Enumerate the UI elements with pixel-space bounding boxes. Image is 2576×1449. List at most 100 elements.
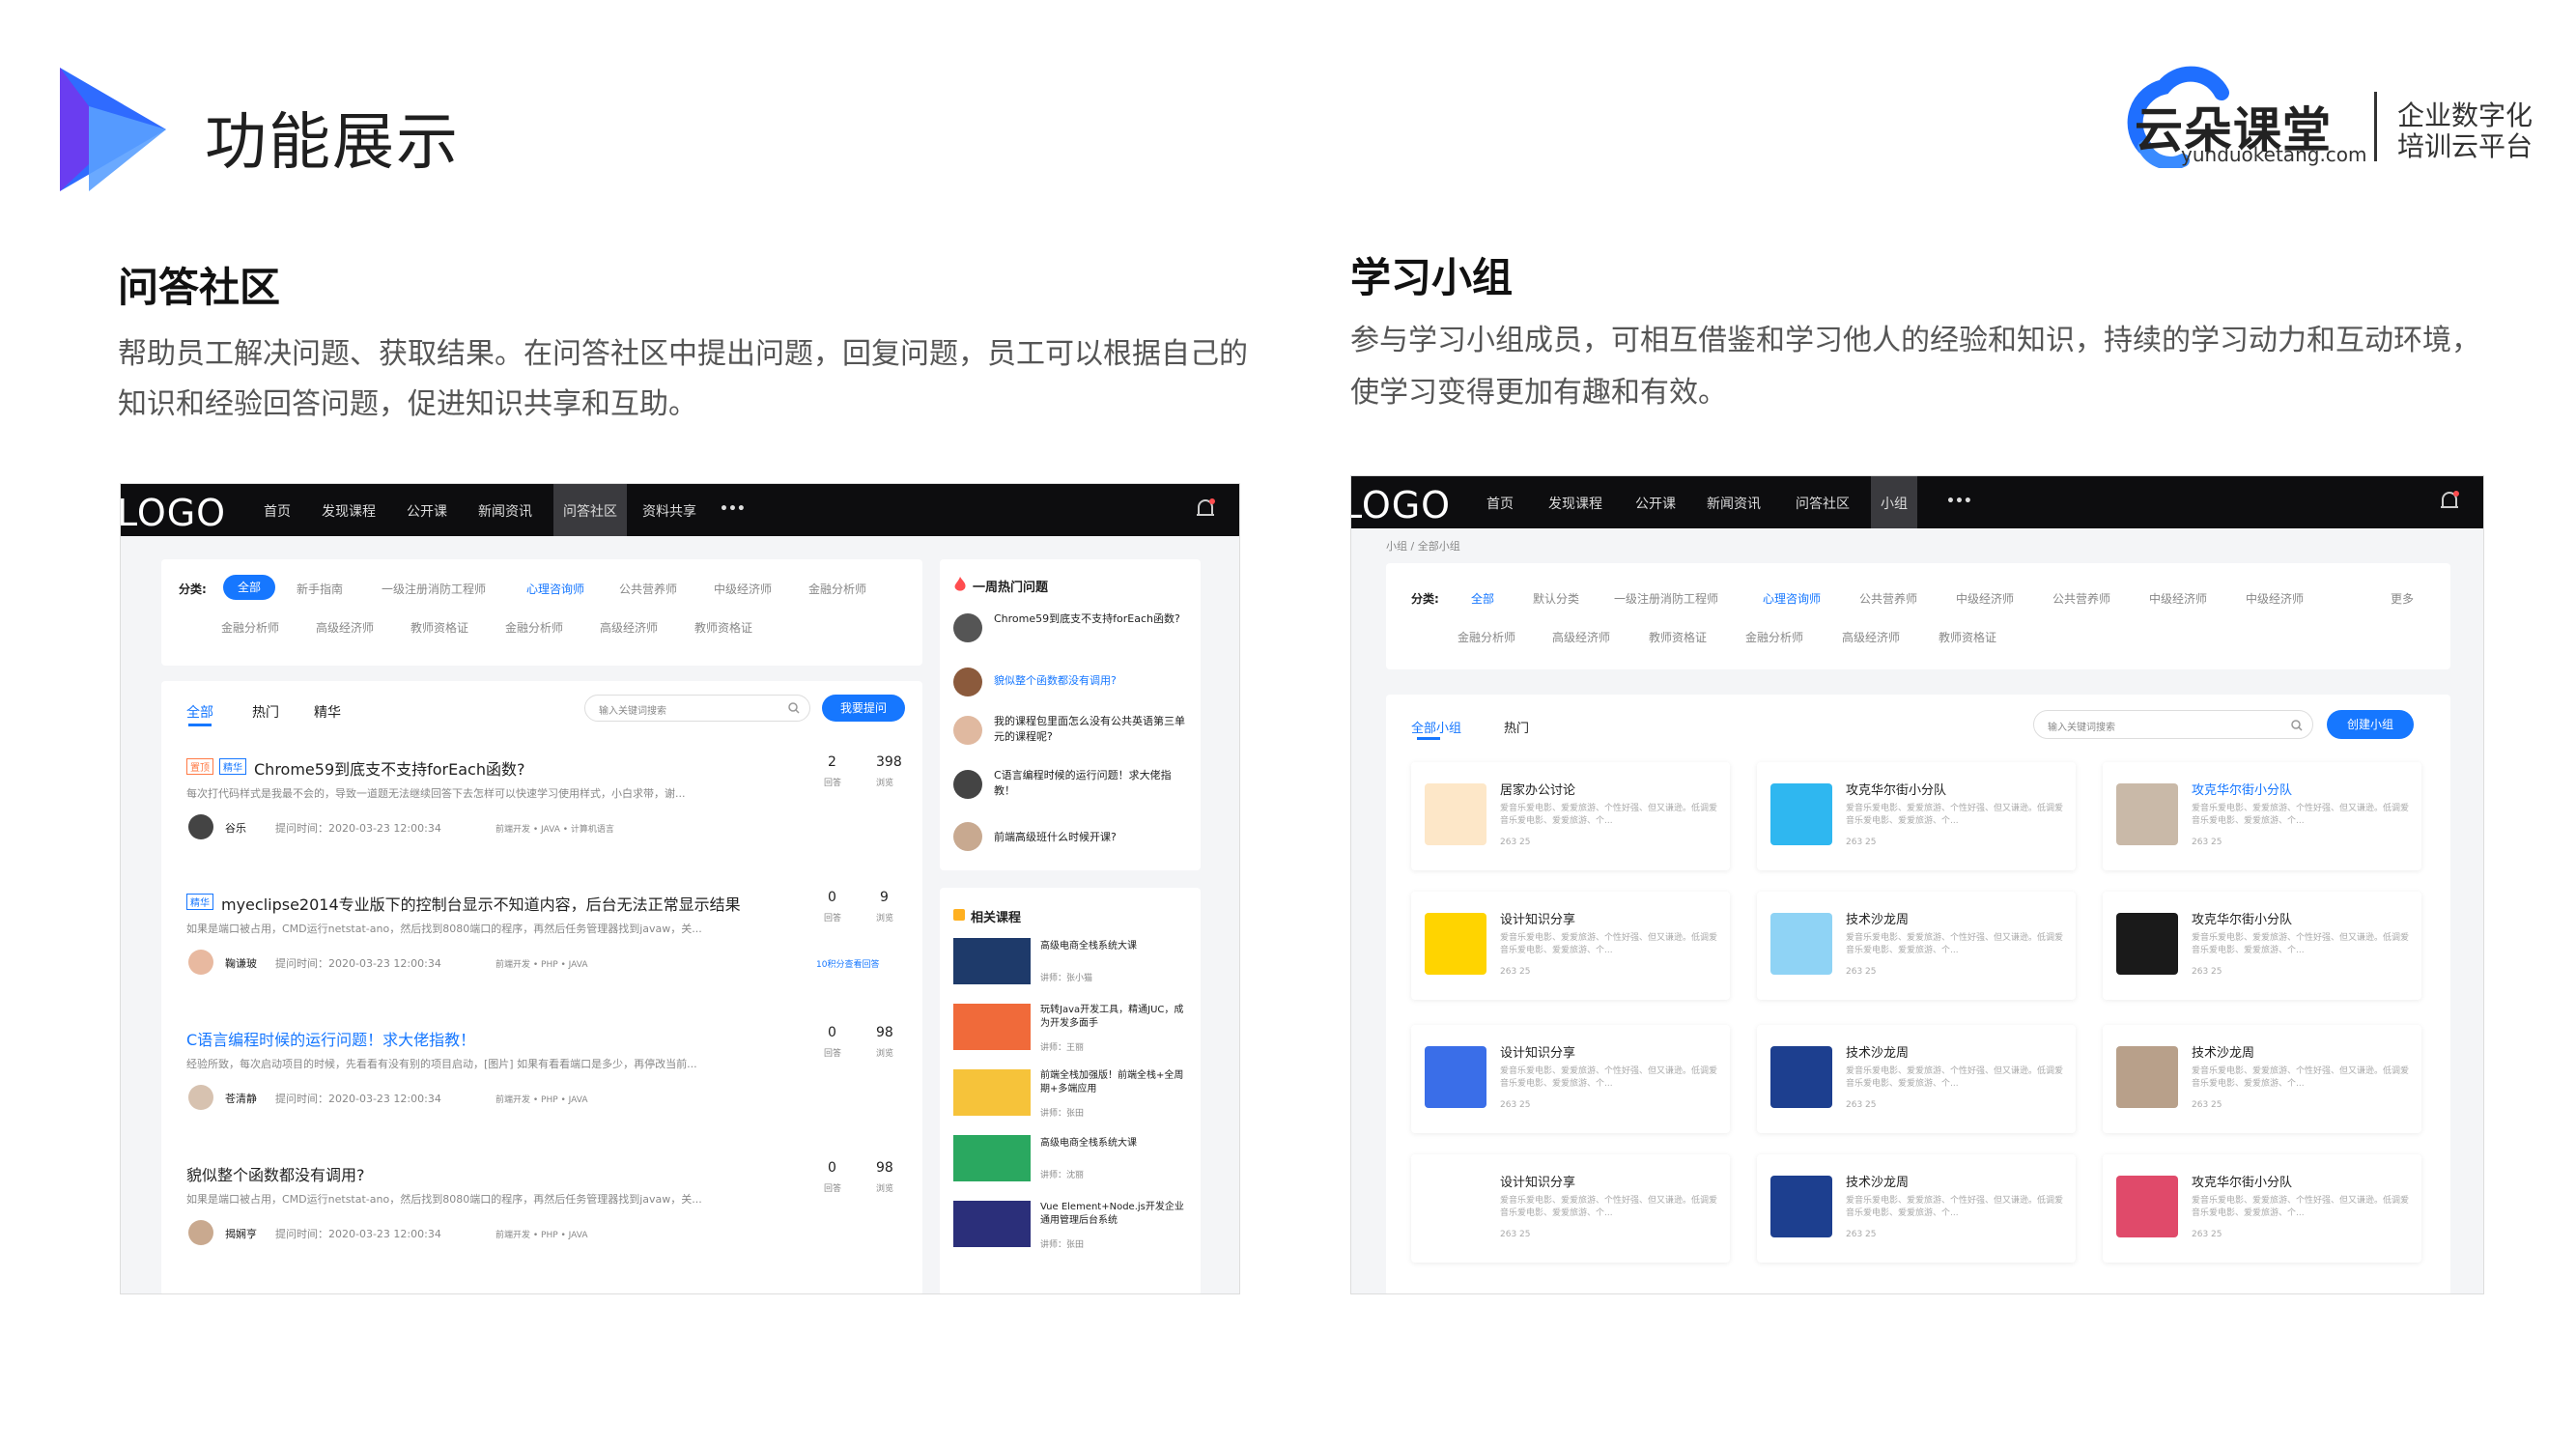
course-item[interactable]: 高级电商全栈系统大课 讲师：沈丽 bbox=[953, 1135, 1195, 1189]
course-item[interactable]: 前端全栈加强版！前端全栈+全周期+多端应用 讲师：张田 bbox=[953, 1069, 1195, 1123]
nav-more[interactable]: ••• bbox=[1946, 494, 1972, 509]
group-card[interactable]: 技术沙龙周 爱音乐爱电影、爱爱旅游、个性好强、但又谦逊。低调爱音乐爱电影、爱爱旅游… bbox=[1757, 892, 2076, 1000]
question-title[interactable]: 貌似整个函数都没有调用? bbox=[186, 1162, 365, 1185]
group-card[interactable]: 攻克华尔街小分队 爱音乐爱电影、爱爱旅游、个性好强、但又谦逊。低调爱音乐爱电影、爱… bbox=[2103, 762, 2421, 870]
filter-item[interactable]: 公共营养师 bbox=[1859, 590, 1917, 607]
filter-item[interactable]: 教师资格证 bbox=[410, 619, 468, 636]
group-card[interactable]: 设计知识分享 爱音乐爱电影、爱爱旅游、个性好强、但又谦逊。低调爱音乐爱电影、爱爱旅… bbox=[1411, 1025, 1730, 1133]
filter-item[interactable]: 中级经济师 bbox=[2149, 590, 2207, 607]
tab-hot[interactable]: 热门 bbox=[1504, 718, 1529, 736]
tab-hot[interactable]: 热门 bbox=[252, 702, 279, 722]
question-item[interactable]: 貌似整个函数都没有调用? 如果是端口被占用，CMD运行netstat-ano，然… bbox=[186, 1151, 901, 1276]
filter-item[interactable]: 新手指南 bbox=[297, 581, 343, 597]
nav-open-class[interactable]: 公开课 bbox=[1635, 494, 1676, 513]
group-card[interactable]: 技术沙龙周 爱音乐爱电影、爱爱旅游、个性好强、但又谦逊。低调爱音乐爱电影、爱爱旅游… bbox=[2103, 1025, 2421, 1133]
nav-news[interactable]: 新闻资讯 bbox=[1707, 494, 1761, 513]
filter-item[interactable]: 高级经济师 bbox=[316, 619, 374, 636]
group-stats: 263 25 bbox=[1846, 838, 1877, 847]
filter-item[interactable]: 公共营养师 bbox=[619, 581, 677, 597]
question-item[interactable]: 精华 myeclipse2014专业版下的控制台显示不知道内容，后台无法正常显示… bbox=[186, 880, 901, 1006]
filter-all[interactable]: 全部 bbox=[223, 575, 275, 600]
course-item[interactable]: Vue Element+Node.js开发企业通用管理后台系统 讲师：张田 bbox=[953, 1201, 1195, 1255]
question-title[interactable]: C语言编程时候的运行问题！求大佬指教！ bbox=[186, 1027, 475, 1050]
photo-icon bbox=[2116, 1046, 2178, 1108]
nav-qa[interactable]: 问答社区 bbox=[553, 484, 627, 536]
answer-count: 0 bbox=[828, 890, 836, 905]
filter-item[interactable]: 金融分析师 bbox=[221, 619, 279, 636]
nav-group[interactable]: 小组 bbox=[1871, 476, 1917, 528]
group-card[interactable]: 攻克华尔街小分队 爱音乐爱电影、爱爱旅游、个性好强、但又谦逊。低调爱音乐爱电影、爱… bbox=[1757, 762, 2076, 870]
nav-home[interactable]: 首页 bbox=[1486, 494, 1514, 513]
search-icon[interactable] bbox=[788, 702, 800, 714]
nav-resources[interactable]: 资料共享 bbox=[642, 501, 696, 521]
hot-question-text: 我的课程包里面怎么没有公共英语第三单元的课程呢? bbox=[994, 715, 1185, 743]
question-item[interactable]: C语言编程时候的运行问题！求大佬指教！ 经验所致，每次启动项目的时候，先看看有没… bbox=[186, 1015, 901, 1141]
filter-item[interactable]: 公共营养师 bbox=[2052, 590, 2110, 607]
group-card[interactable]: 攻克华尔街小分队 爱音乐爱电影、爱爱旅游、个性好强、但又谦逊。低调爱音乐爱电影、爱… bbox=[2103, 892, 2421, 1000]
question-category: 前端开发 • PHP • JAVA bbox=[495, 1095, 588, 1105]
hot-question-item[interactable]: 我的课程包里面怎么没有公共英语第三单元的课程呢? bbox=[953, 714, 1189, 756]
filter-item-active[interactable]: 心理咨询师 bbox=[1763, 590, 1821, 607]
bell-icon[interactable] bbox=[1195, 497, 1216, 521]
question-category: 前端开发 • JAVA • 计算机语言 bbox=[495, 825, 614, 835]
group-screenshot: LOGO 首页 发现课程 公开课 新闻资讯 问答社区 小组 ••• 小组 / 全… bbox=[1350, 475, 2484, 1294]
group-card[interactable]: 居家办公讨论 爱音乐爱电影、爱爱旅游、个性好强、但又谦逊。低调爱音乐爱电影、爱爱旅… bbox=[1411, 762, 1730, 870]
create-group-button[interactable]: 创建小组 bbox=[2327, 710, 2414, 739]
filter-item[interactable]: 高级经济师 bbox=[1842, 629, 1900, 645]
nav-news[interactable]: 新闻资讯 bbox=[478, 501, 532, 521]
group-card[interactable]: 设计知识分享 爱音乐爱电影、爱爱旅游、个性好强、但又谦逊。低调爱音乐爱电影、爱爱旅… bbox=[1411, 1154, 1730, 1263]
question-title[interactable]: myeclipse2014专业版下的控制台显示不知道内容，后台无法正常显示结果 bbox=[221, 892, 741, 915]
group-name: 设计知识分享 bbox=[1500, 913, 1576, 927]
question-time: 提问时间：2020-03-23 12:00:34 bbox=[275, 957, 441, 970]
filter-item[interactable]: 金融分析师 bbox=[1458, 629, 1515, 645]
filter-item[interactable]: 教师资格证 bbox=[1649, 629, 1707, 645]
breadcrumb[interactable]: 小组 / 全部小组 bbox=[1386, 538, 1460, 554]
filter-item[interactable]: 教师资格证 bbox=[694, 619, 752, 636]
hot-question-item[interactable]: C语言编程时候的运行问题！求大佬指教！ bbox=[953, 768, 1189, 810]
course-item[interactable]: 玩转Java开发工具，精通JUC，成为开发多面手 讲师：王丽 bbox=[953, 1004, 1195, 1058]
group-card[interactable]: 设计知识分享 爱音乐爱电影、爱爱旅游、个性好强、但又谦逊。低调爱音乐爱电影、爱爱旅… bbox=[1411, 892, 1730, 1000]
group-card[interactable]: 技术沙龙周 爱音乐爱电影、爱爱旅游、个性好强、但又谦逊。低调爱音乐爱电影、爱爱旅游… bbox=[1757, 1025, 2076, 1133]
filter-item-active[interactable]: 心理咨询师 bbox=[526, 581, 584, 597]
search-icon[interactable] bbox=[2291, 720, 2303, 731]
nav-discover-courses[interactable]: 发现课程 bbox=[1548, 494, 1602, 513]
filter-item[interactable]: 高级经济师 bbox=[600, 619, 658, 636]
question-title[interactable]: Chrome59到底支不支持forEach函数? bbox=[254, 756, 524, 780]
tab-featured[interactable]: 精华 bbox=[314, 702, 341, 722]
filter-more[interactable]: 更多 bbox=[2391, 590, 2414, 607]
hot-question-item[interactable]: 貌似整个函数都没有调用? bbox=[953, 668, 1189, 702]
filter-item[interactable]: 默认分类 bbox=[1533, 590, 1579, 607]
nav-open-class[interactable]: 公开课 bbox=[407, 501, 447, 521]
filter-item[interactable]: 金融分析师 bbox=[808, 581, 866, 597]
filter-item[interactable]: 中级经济师 bbox=[714, 581, 772, 597]
filter-item[interactable]: 一级注册消防工程师 bbox=[1614, 590, 1718, 607]
course-item[interactable]: 高级电商全栈系统大课 讲师：张小猫 bbox=[953, 938, 1195, 992]
filter-item[interactable]: 金融分析师 bbox=[505, 619, 563, 636]
presentation-logo-icon bbox=[60, 68, 166, 191]
ask-question-button[interactable]: 我要提问 bbox=[822, 695, 905, 722]
filter-item[interactable]: 教师资格证 bbox=[1939, 629, 1996, 645]
filter-all[interactable]: 全部 bbox=[1471, 590, 1494, 607]
group-card[interactable]: 攻克华尔街小分队 爱音乐爱电影、爱爱旅游、个性好强、但又谦逊。低调爱音乐爱电影、爱… bbox=[2103, 1154, 2421, 1263]
group-card[interactable]: 技术沙龙周 爱音乐爱电影、爱爱旅游、个性好强、但又谦逊。低调爱音乐爱电影、爱爱旅游… bbox=[1757, 1154, 2076, 1263]
filter-item[interactable]: 中级经济师 bbox=[2246, 590, 2304, 607]
nav-more[interactable]: ••• bbox=[720, 501, 746, 517]
filter-item[interactable]: 中级经济师 bbox=[1956, 590, 2014, 607]
filter-item[interactable]: 金融分析师 bbox=[1745, 629, 1803, 645]
nav-home[interactable]: 首页 bbox=[264, 501, 291, 521]
filter-item[interactable]: 高级经济师 bbox=[1552, 629, 1610, 645]
search-input[interactable]: 输入关键词搜索 bbox=[584, 695, 810, 722]
course-lecturer: 讲师：张田 bbox=[1040, 1109, 1085, 1119]
tab-all[interactable]: 全部 bbox=[186, 702, 213, 722]
hot-question-item[interactable]: Chrome59到底支不支持forEach函数? bbox=[953, 611, 1189, 654]
bell-icon[interactable] bbox=[2439, 490, 2460, 513]
filter-item[interactable]: 一级注册消防工程师 bbox=[382, 581, 486, 597]
nav-discover-courses[interactable]: 发现课程 bbox=[322, 501, 376, 521]
tab-all-groups[interactable]: 全部小组 bbox=[1411, 718, 1461, 736]
nav-qa[interactable]: 问答社区 bbox=[1796, 494, 1850, 513]
hot-question-item[interactable]: 前端高级班什么时候开课? bbox=[953, 822, 1189, 857]
question-item[interactable]: 置顶 精华 Chrome59到底支不支持forEach函数? 每次打代码样式是我… bbox=[186, 745, 902, 870]
paid-answer-link[interactable]: 10积分查看回答 bbox=[816, 957, 879, 970]
related-courses-card: 相关课程 高级电商全栈系统大课 讲师：张小猫 玩转Java开发工具，精通JUC，成… bbox=[940, 888, 1201, 1293]
search-input[interactable]: 输入关键词搜索 bbox=[2033, 710, 2313, 739]
